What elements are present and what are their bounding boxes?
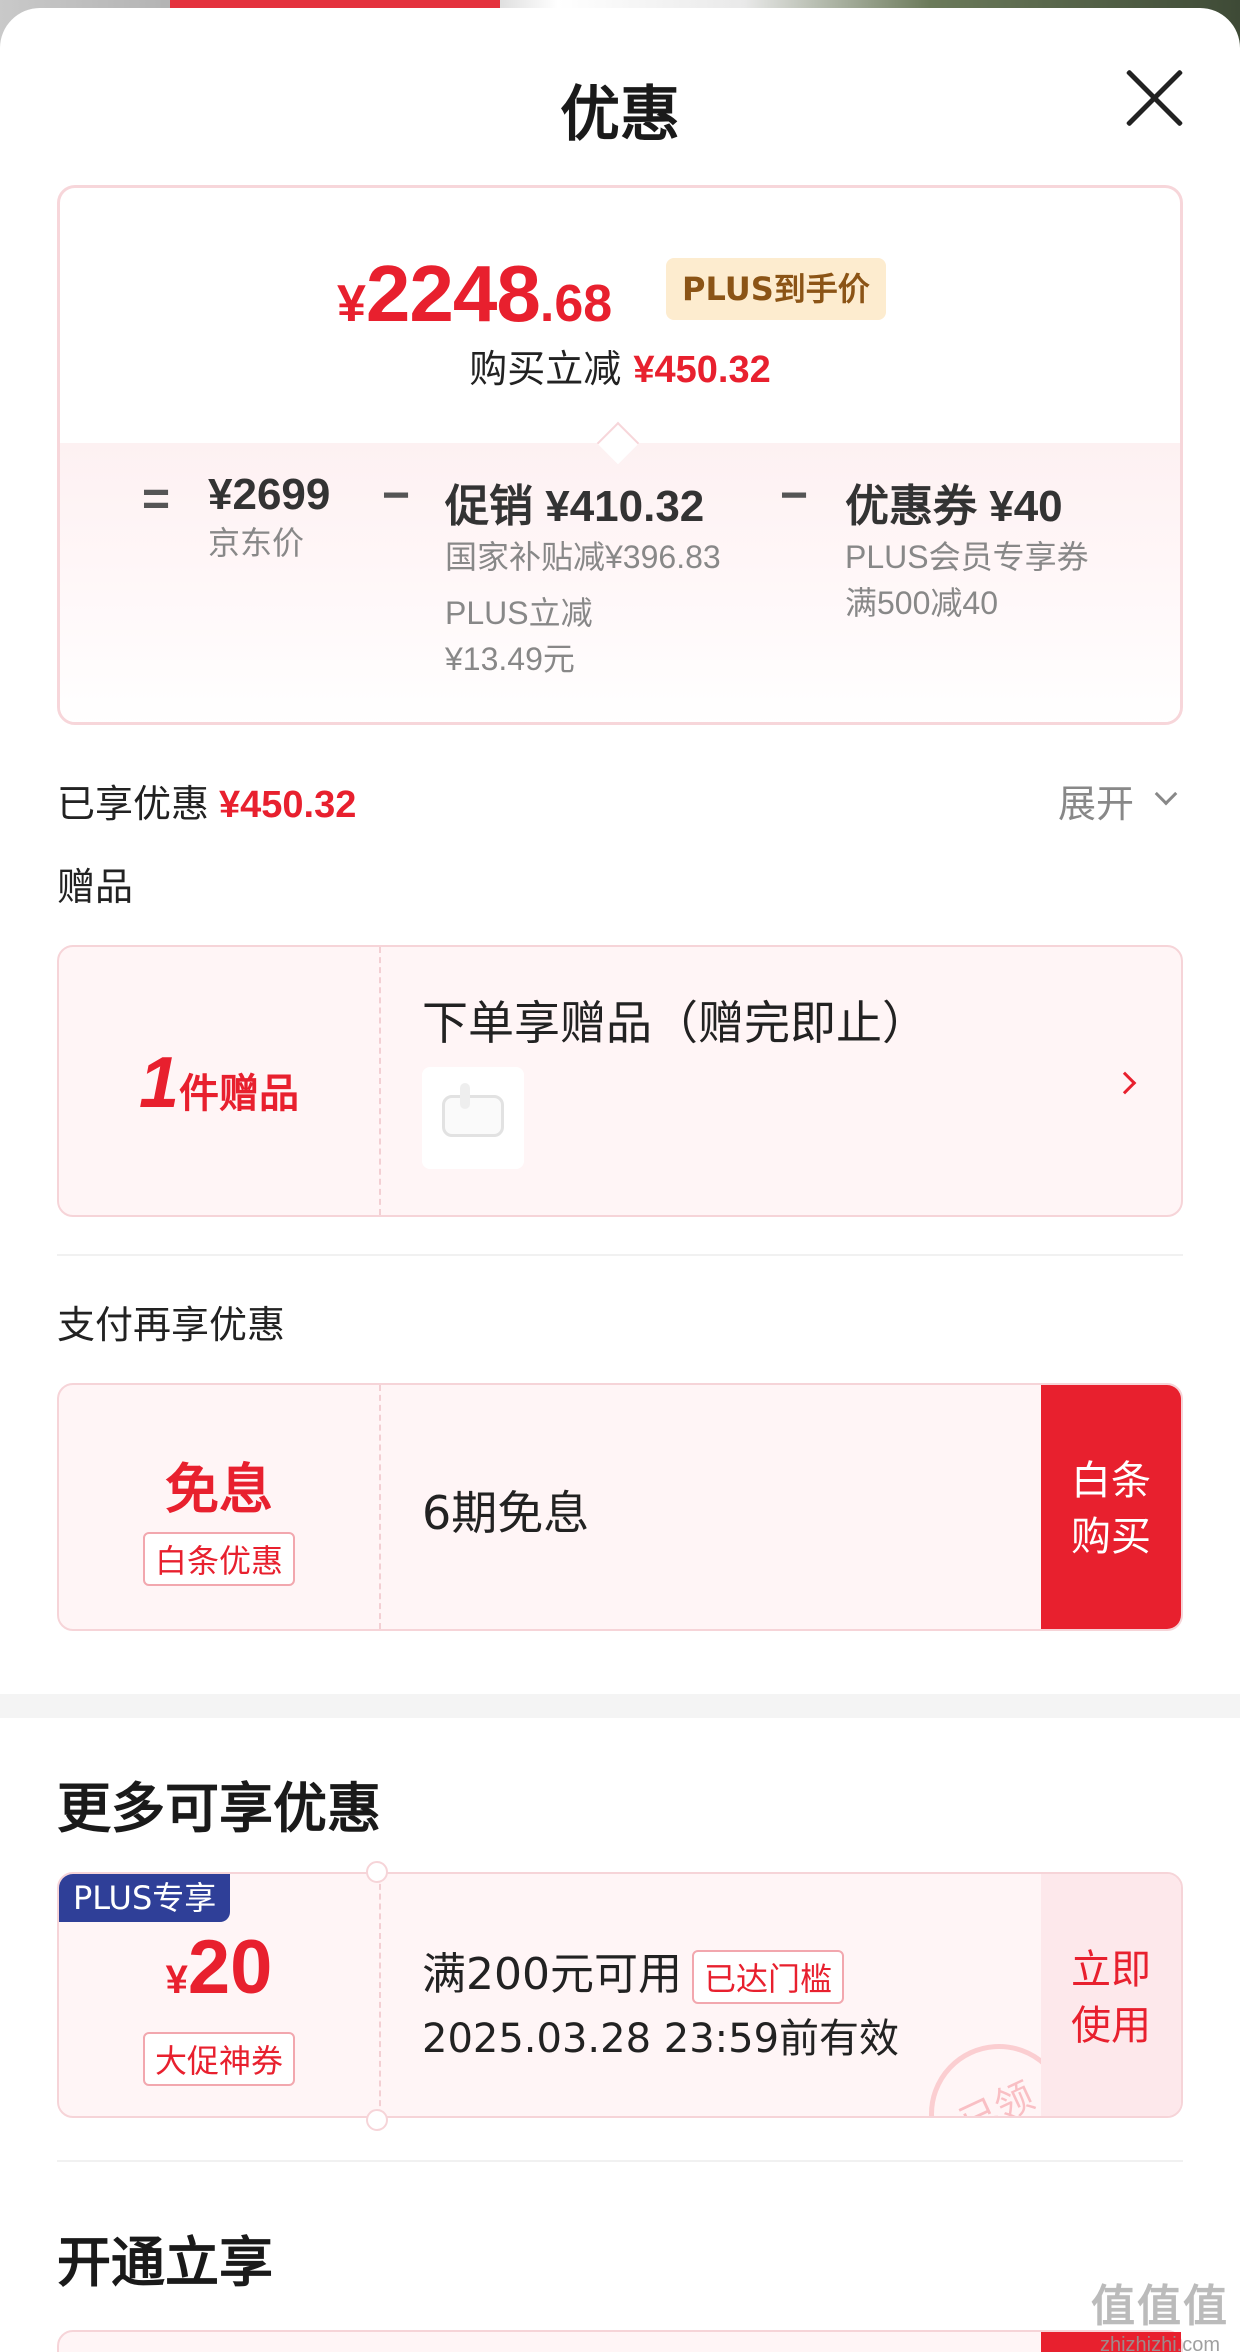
- coupon-amount-value: 20: [187, 1925, 273, 2010]
- expand-button[interactable]: 展开: [1058, 773, 1134, 828]
- gift-count-unit: 件赠品: [179, 1071, 300, 1117]
- instant-cut-line: 购买立减 ¥450.32: [60, 338, 1180, 393]
- coupon-block: 优惠券 ¥40 PLUS会员专享券 满500减40: [845, 470, 1089, 626]
- gift-count-number: 1: [139, 1043, 180, 1123]
- sheet-title: 优惠: [560, 80, 680, 150]
- price-breakdown-card: ¥2248.68 PLUS到手价 购买立减 ¥450.32 = ¥2699 京东…: [57, 185, 1183, 725]
- coupon-type-wrap: 大促神券: [59, 2024, 379, 2086]
- minus-sign-1: −: [382, 469, 411, 522]
- coupon-value: ¥20: [59, 1924, 379, 2011]
- plus-exclusive-ribbon: PLUS专享: [59, 1874, 231, 1922]
- coupon-condition: 满200元可用 已达门槛: [422, 1938, 844, 2004]
- baitiao-buy-line1: 白条: [1071, 1458, 1151, 1504]
- installment-desc: 6期免息: [422, 1486, 590, 1540]
- enjoyed-discount: 已享优惠 ¥450.32: [57, 773, 356, 828]
- coupon-card: PLUS专享 ¥20 大促神券 满200元可用 已达门槛 2025.03.28 2…: [57, 1872, 1183, 2118]
- enjoyed-label: 已享优惠: [57, 782, 210, 826]
- coupon-threshold: 满500减40: [845, 585, 998, 621]
- gift-count: 1件赠品: [139, 1042, 299, 1124]
- coupon-currency: ¥: [165, 1958, 188, 2002]
- jd-price-label: 京东价: [208, 525, 305, 561]
- site-watermark: 值值值 zhizhizhi.com: [1085, 2270, 1235, 2352]
- chevron-right-icon[interactable]: [1113, 1071, 1137, 1095]
- coupon-condition-text: 满200元可用: [422, 1949, 682, 2000]
- ticket-notch-top: [366, 1861, 388, 1883]
- instant-cut-label: 购买立减: [469, 347, 622, 391]
- coupon-type-tag: 大促神券: [142, 2032, 295, 2086]
- promo-block: 促销 ¥410.32 国家补贴减¥396.83 PLUS立减 ¥13.49元: [445, 470, 721, 682]
- watermark-url: zhizhizhi.com: [1099, 2334, 1221, 2352]
- promo-amount: 促销 ¥410.32: [445, 482, 705, 531]
- promo-plus-cut: PLUS立减: [445, 595, 593, 631]
- ticket-notch-bottom: [366, 2109, 388, 2131]
- discount-sheet: 优惠 ¥2248.68 PLUS到手价 购买立减 ¥450.32 = ¥2699…: [0, 8, 1240, 2352]
- payment-section-label: 支付再享优惠: [57, 1303, 286, 1347]
- more-discounts-heading: 更多可享优惠: [57, 1777, 381, 1840]
- open-membership-heading: 开通立享: [57, 2231, 273, 2294]
- section-separator: [0, 1694, 1240, 1718]
- earbuds-case-image[interactable]: [422, 1067, 524, 1169]
- gift-title: 下单享赠品（赠完即止）: [422, 996, 928, 1050]
- final-price-currency: ¥: [337, 275, 366, 333]
- minus-sign-2: −: [780, 469, 809, 522]
- enjoyed-value: ¥450.32: [219, 784, 357, 826]
- coupon-validity: 2025.03.28 23:59前有效: [422, 2016, 900, 2062]
- jd-price: ¥2699: [208, 470, 331, 519]
- ticket-divider: [379, 947, 381, 1215]
- threshold-reached-tag: 已达门槛: [691, 1950, 844, 2004]
- gift-card[interactable]: 1件赠品 下单享赠品（赠完即止）: [57, 945, 1183, 1217]
- coupon-type-label: PLUS会员专享券: [845, 539, 1089, 575]
- free-interest-title: 免息: [165, 1458, 273, 1521]
- close-icon[interactable]: [1122, 66, 1186, 130]
- earbud-shape: [460, 1083, 470, 1109]
- baitiao-buy-line2: 购买: [1071, 1514, 1151, 1560]
- baitiao-card: 免息 白条优惠 6期免息 白条 购买: [57, 1383, 1183, 1631]
- earbuds-case-shape: [442, 1095, 504, 1137]
- use-now-line2: 使用: [1071, 2003, 1151, 2049]
- equals-sign: =: [142, 473, 171, 526]
- coupon-amount: 优惠券 ¥40: [845, 482, 1063, 531]
- baitiao-buy-button[interactable]: 白条 购买: [1041, 1385, 1181, 1629]
- plus-price-badge: PLUS到手价: [666, 258, 886, 320]
- watermark-logo: 值值值: [1091, 2282, 1229, 2331]
- use-now-button[interactable]: 立即 使用: [1041, 1874, 1181, 2116]
- divider-line: [57, 2160, 1183, 2162]
- ticket-divider: [379, 1874, 381, 2116]
- ticket-divider: [379, 1385, 381, 1629]
- gift-section-label: 赠品: [57, 865, 134, 909]
- use-now-line1: 立即: [1071, 1947, 1151, 1993]
- final-price-integer: 2248: [365, 249, 541, 338]
- baitiao-discount-tag: 白条优惠: [142, 1532, 295, 1586]
- membership-card-partial: [57, 2330, 1183, 2352]
- free-interest-block: 免息 白条优惠: [59, 1445, 379, 1586]
- final-price-decimal: .68: [539, 275, 613, 333]
- final-price: ¥2248.68: [337, 248, 612, 340]
- promo-subsidy: 国家补贴减¥396.83: [445, 539, 721, 575]
- promo-plus-cut-value: ¥13.49元: [445, 641, 575, 677]
- jd-price-block: ¥2699 京东价: [208, 470, 330, 566]
- instant-cut-value: ¥450.32: [633, 349, 771, 391]
- divider-line: [57, 1254, 1183, 1256]
- chevron-down-icon[interactable]: [1154, 782, 1178, 806]
